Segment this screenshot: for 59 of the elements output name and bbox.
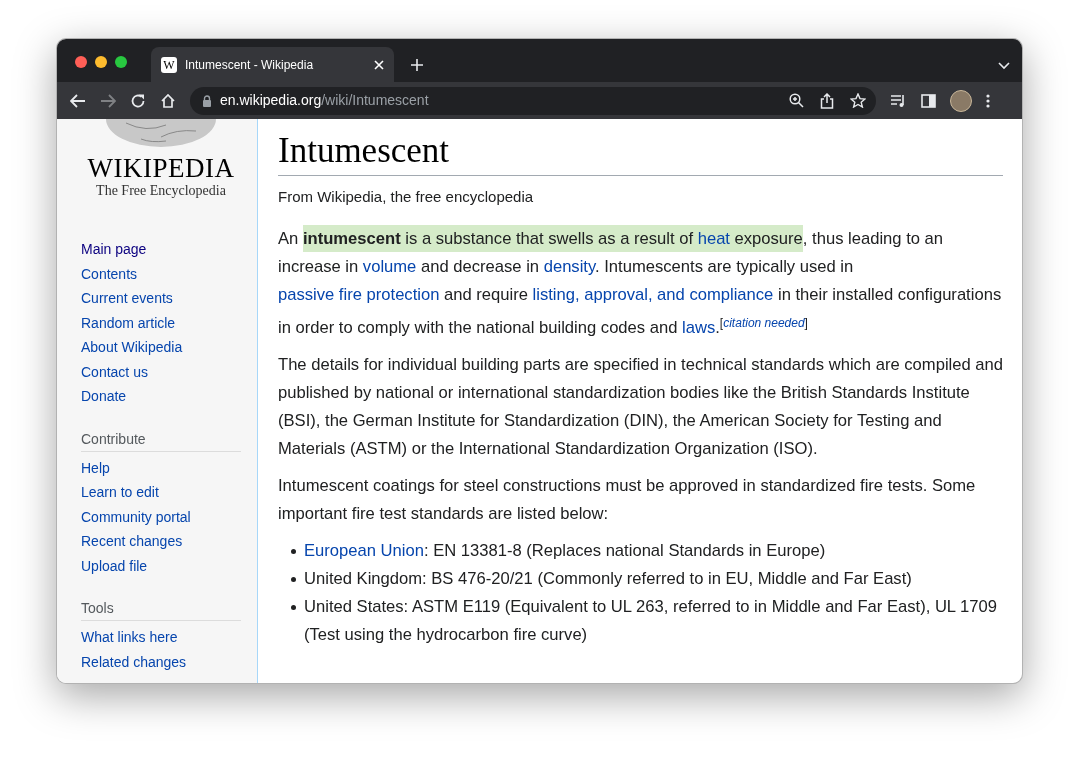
sidebar-link[interactable]: Recent changes [81, 529, 183, 554]
article-link[interactable]: listing, approval, and compliance [532, 284, 774, 304]
sidebar-heading: Contribute [81, 428, 241, 452]
sidebar-link[interactable]: Learn to edit [81, 480, 159, 505]
article-link[interactable]: volume [362, 256, 417, 276]
close-icon[interactable] [374, 59, 384, 70]
profile-avatar[interactable] [950, 89, 972, 112]
list-item: United Kingdom: BS 476-20/21 (Commonly referred to in EU, Middle and Far East) [304, 567, 912, 590]
citation-link[interactable]: citation needed [723, 315, 805, 330]
article-title: Intumescent [278, 129, 1003, 176]
back-arrow-icon[interactable] [70, 93, 86, 108]
url-host: en.wikipedia.org [220, 92, 322, 108]
article-link[interactable]: density [543, 256, 596, 276]
sidebar-link[interactable]: Random article [81, 310, 176, 335]
zoom-icon[interactable] [789, 93, 804, 108]
bullet-icon [291, 548, 296, 554]
side-panel-icon[interactable] [921, 93, 936, 108]
sidebar-link[interactable]: Upload file [81, 553, 148, 578]
article-link[interactable]: European Union [304, 540, 424, 560]
media-queue-icon[interactable] [890, 93, 907, 108]
zoom-window-button[interactable] [115, 56, 127, 68]
home-icon[interactable] [160, 92, 176, 109]
logo-tagline: The Free Encyclopedia [96, 183, 226, 199]
lock-icon [202, 94, 212, 107]
reload-icon[interactable] [130, 92, 146, 109]
url-path: /wiki/Intumescent [321, 92, 429, 108]
bullet-icon [291, 576, 296, 582]
favicon: W [161, 56, 177, 73]
sidebar-link[interactable]: Related changes [81, 649, 187, 674]
minimize-window-button[interactable] [95, 56, 107, 68]
list-item: European Union: EN 13381-8 (Replaces national Standards in Europe) [304, 539, 826, 562]
article-paragraph: The details for individual building parts are specified in technical standards which are compiled and published by national or international standardization bodies like the British Standards Institute (BSI), the German Institute for Standardization (DIN), the American Society for Testing and Materials (ASTM) or the International Standardization Organization (ISO). [278, 353, 1003, 460]
bullet-icon [291, 604, 296, 610]
sidebar-link[interactable]: Current events [81, 286, 173, 311]
sidebar-heading: Tools [81, 598, 241, 621]
menu-icon[interactable] [986, 93, 990, 108]
sidebar-link[interactable]: Contents [81, 261, 138, 286]
chevron-down-icon[interactable] [998, 62, 1010, 70]
sidebar-link[interactable]: Community portal [81, 504, 191, 529]
article-paragraph: Intumescent coatings for steel constructions must be approved in standardized fire tests. Some important fire test standards are listed below: [278, 474, 977, 525]
star-icon[interactable] [850, 93, 866, 108]
tab-title: Intumescent - Wikipedia [185, 56, 315, 74]
browser-tab[interactable]: W Intumescent - Wikipedia [151, 47, 394, 82]
article-link[interactable]: heat [697, 224, 730, 252]
article-link[interactable]: laws [682, 317, 716, 337]
sidebar-link[interactable]: What links here [81, 625, 178, 650]
sidebar-link[interactable]: About Wikipedia [81, 335, 183, 360]
article-link[interactable]: passive fire protection [278, 284, 440, 304]
sidebar-link[interactable]: Contact us [81, 359, 148, 384]
share-icon[interactable] [820, 92, 834, 109]
sidebar-link[interactable]: Help [81, 455, 110, 480]
address-bar[interactable]: en.wikipedia.org/wiki/Intumescent [190, 86, 876, 115]
wikipedia-wordmark: WIKIPEDIA [87, 153, 235, 183]
article-tagline: From Wikipedia, the free encyclopedia [278, 187, 535, 207]
sidebar-link[interactable]: Main page [81, 237, 147, 262]
sidebar-link[interactable]: Donate [81, 384, 127, 409]
close-window-button[interactable] [75, 56, 87, 68]
new-tab-icon[interactable] [410, 58, 424, 72]
list-item: United States: ASTM E119 (Equivalent to UL 263, referred to in Middle and Far East), UL 1709 (Test using the hydrocarbon fire curve) [304, 595, 998, 646]
